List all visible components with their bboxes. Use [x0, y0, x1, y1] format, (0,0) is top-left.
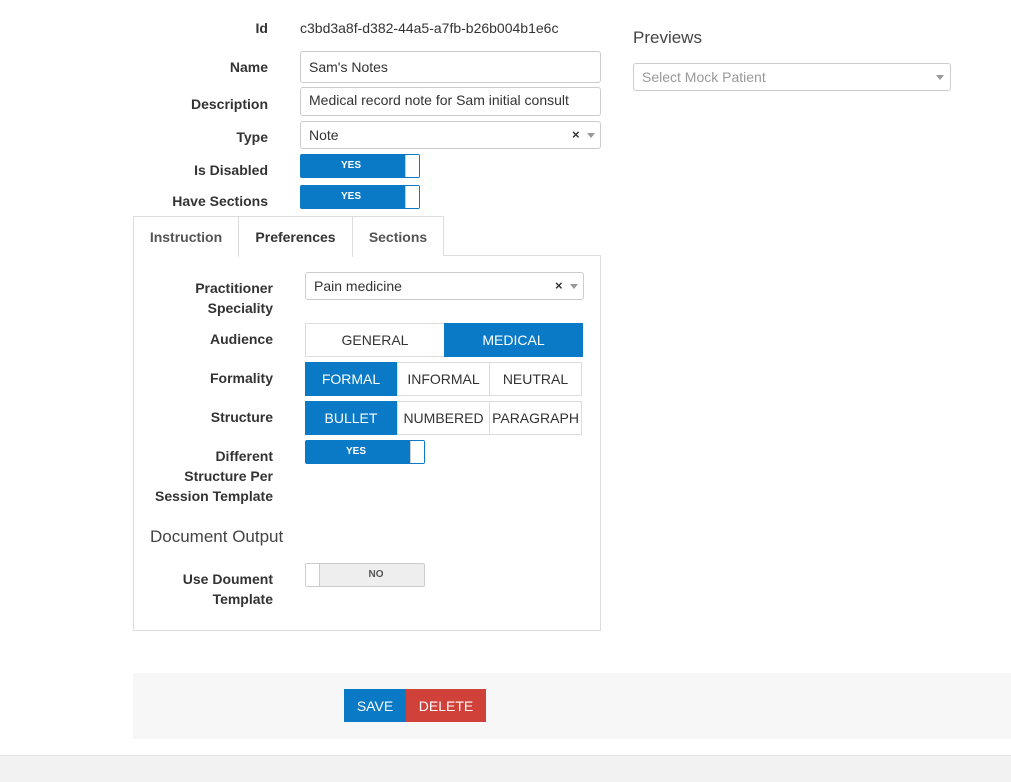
tab-sections[interactable]: Sections	[352, 216, 444, 256]
description-label: Description	[190, 96, 268, 112]
is-disabled-toggle[interactable]: YES	[300, 154, 420, 178]
toggle-knob	[405, 186, 419, 208]
name-label: Name	[229, 59, 268, 75]
name-input-value: Sam's Notes	[309, 59, 388, 75]
formality-option-formal[interactable]: FORMAL	[305, 362, 397, 396]
have-sections-label: Have Sections	[172, 193, 268, 209]
page-footer	[0, 755, 1011, 782]
is-disabled-toggle-text: YES	[340, 160, 361, 171]
is-disabled-label: Is Disabled	[194, 162, 268, 178]
toggle-knob	[410, 441, 424, 463]
tab-preferences[interactable]: Preferences	[238, 216, 353, 257]
formality-label: Formality	[209, 370, 273, 386]
structure-option-paragraph[interactable]: PARAGRAPH	[489, 401, 582, 435]
audience-option-medical[interactable]: MEDICAL	[444, 323, 583, 357]
different-structure-label-line3: Session Template	[154, 488, 273, 504]
name-input[interactable]: Sam's Notes	[300, 51, 601, 83]
action-bar	[133, 673, 1011, 739]
structure-option-bullet[interactable]: BULLET	[305, 401, 397, 435]
mock-patient-select[interactable]: Select Mock Patient	[633, 63, 951, 91]
use-document-template-label-line1: Use Doument	[182, 571, 273, 587]
audience-option-general[interactable]: GENERAL	[305, 323, 445, 357]
formality-option-neutral[interactable]: NEUTRAL	[489, 362, 582, 396]
toggle-knob	[306, 564, 320, 586]
description-textarea[interactable]: Medical record note for Sam initial cons…	[300, 87, 601, 116]
chevron-down-icon	[936, 75, 944, 80]
mock-patient-placeholder: Select Mock Patient	[642, 69, 766, 85]
id-value: c3bd3a8f-d382-44a5-a7fb-b26b004b1e6c	[300, 20, 559, 36]
structure-option-numbered[interactable]: NUMBERED	[397, 401, 490, 435]
clear-icon[interactable]: ×	[572, 127, 580, 142]
have-sections-toggle-text: YES	[340, 191, 361, 202]
save-button[interactable]: SAVE	[344, 689, 406, 722]
id-label: Id	[255, 20, 268, 36]
practitioner-label-line1: Practitioner	[195, 280, 273, 296]
use-document-template-toggle[interactable]: NO	[305, 563, 425, 587]
toggle-knob	[405, 155, 419, 177]
have-sections-toggle[interactable]: YES	[300, 185, 420, 209]
formality-option-informal[interactable]: INFORMAL	[397, 362, 490, 396]
different-structure-label-line1: Different	[215, 448, 273, 464]
audience-label: Audience	[209, 331, 273, 347]
practitioner-select[interactable]: Pain medicine ×	[305, 272, 584, 300]
use-document-template-label-line2: Template	[212, 591, 273, 607]
structure-label: Structure	[210, 409, 273, 425]
type-select[interactable]: Note ×	[300, 121, 601, 149]
practitioner-select-value: Pain medicine	[314, 278, 402, 294]
different-structure-label-line2: Structure Per	[184, 468, 273, 484]
document-output-heading: Document Output	[150, 527, 284, 546]
different-structure-toggle[interactable]: YES	[305, 440, 425, 464]
delete-button[interactable]: DELETE	[406, 689, 486, 722]
different-structure-toggle-text: YES	[345, 446, 366, 457]
clear-icon[interactable]: ×	[555, 278, 563, 293]
practitioner-label-line2: Speciality	[207, 300, 273, 316]
use-document-template-toggle-text: NO	[368, 569, 384, 580]
previews-title: Previews	[633, 28, 702, 47]
chevron-down-icon	[570, 284, 578, 289]
description-value: Medical record note for Sam initial cons…	[309, 92, 569, 108]
chevron-down-icon	[587, 133, 595, 138]
type-select-value: Note	[309, 127, 339, 143]
type-label: Type	[236, 129, 268, 145]
tab-instruction[interactable]: Instruction	[133, 216, 239, 256]
